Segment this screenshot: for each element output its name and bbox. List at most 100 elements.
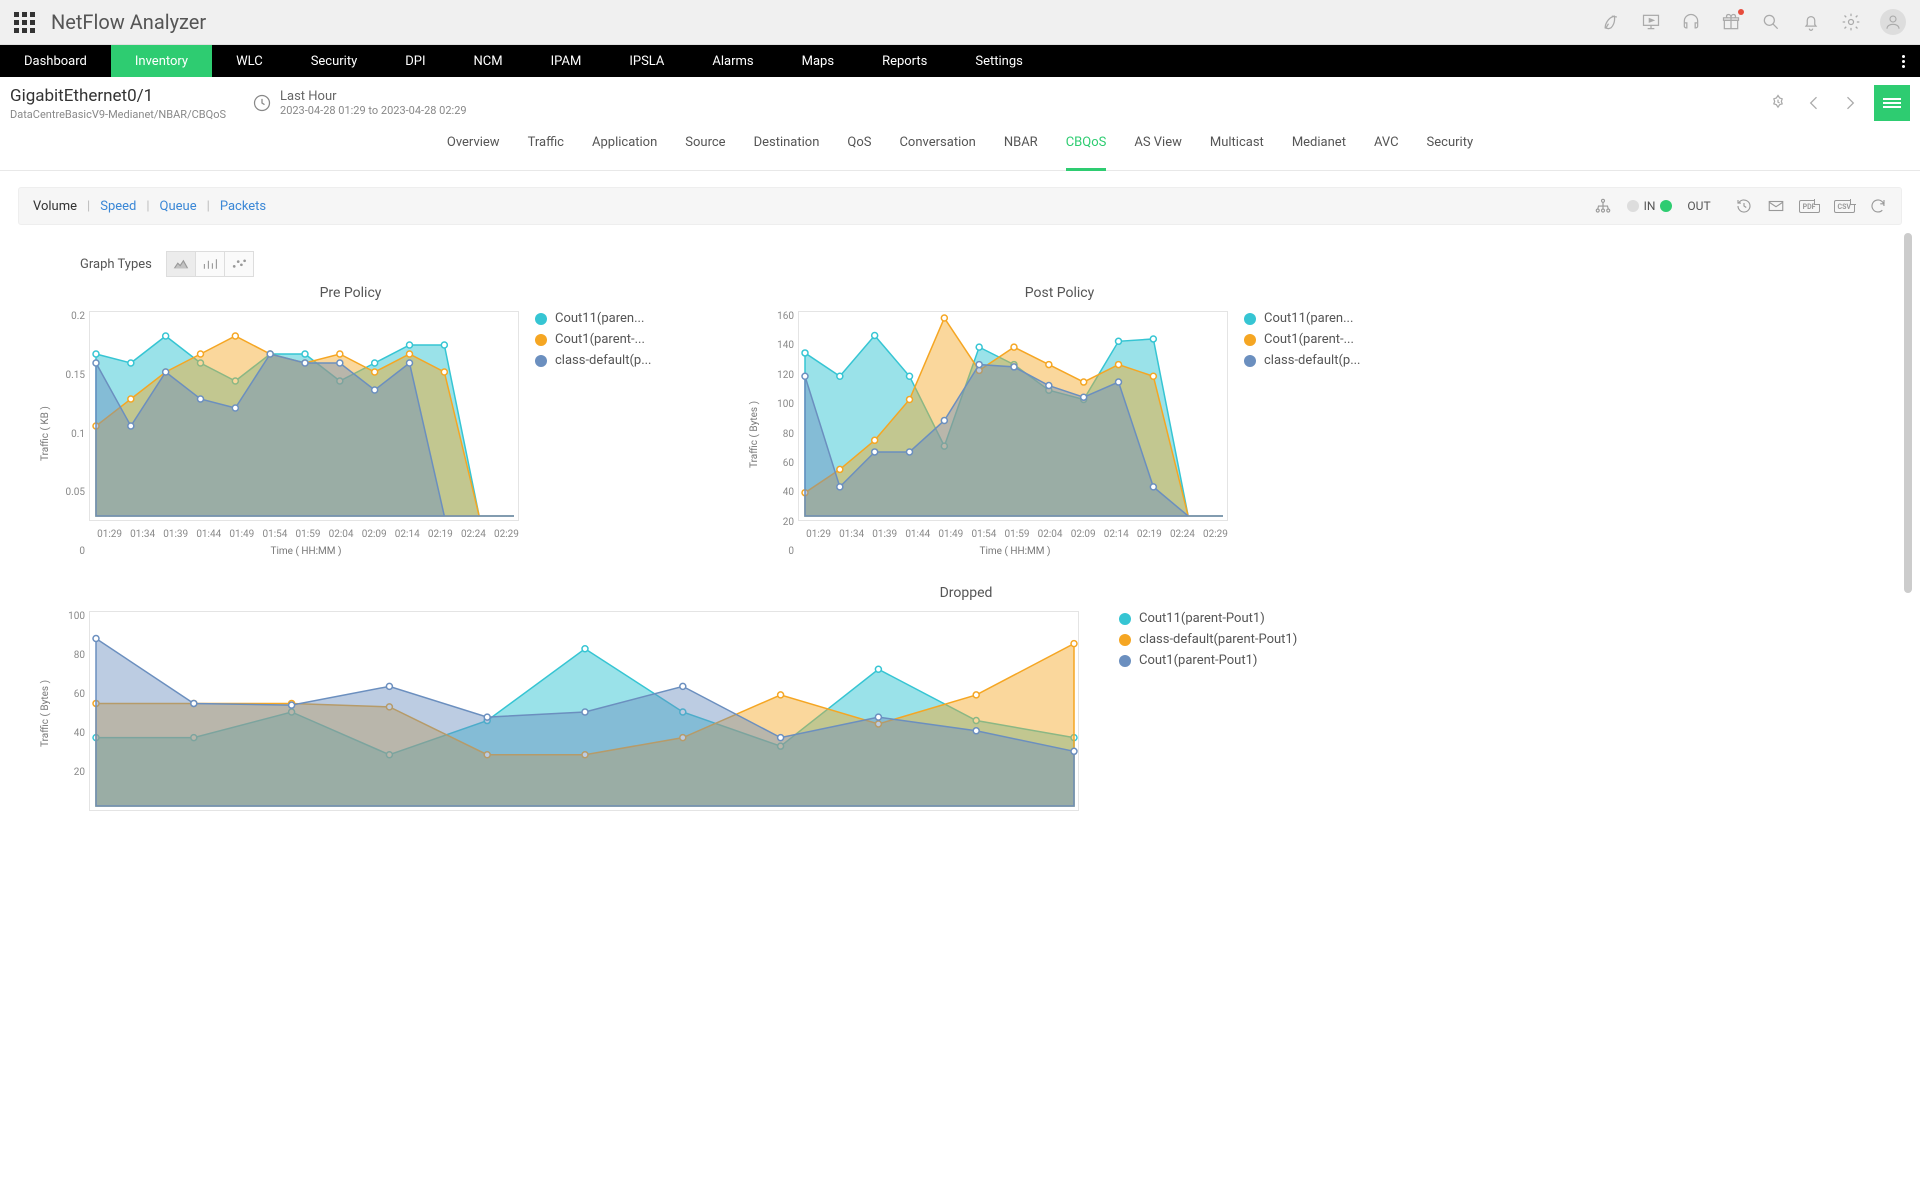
tab-overview[interactable]: Overview (447, 135, 500, 160)
csv-export-icon[interactable]: CSV (1834, 200, 1855, 213)
chart-dropped: Dropped Traffic ( Bytes ) 10080604020 Co… (36, 585, 1896, 815)
tab-conversation[interactable]: Conversation (899, 135, 975, 160)
mail-icon[interactable] (1767, 197, 1785, 215)
tab-application[interactable]: Application (592, 135, 657, 160)
avatar[interactable] (1880, 9, 1906, 35)
chart-pre-policy: Pre Policy Traffic ( KB ) 0.20.150.10.05… (36, 285, 665, 557)
topology-icon[interactable] (1594, 197, 1612, 215)
rocket-icon[interactable] (1600, 11, 1622, 33)
direction-toggle[interactable]: IN OUT (1622, 199, 1711, 213)
legend-dropped: Cout11(parent-Pout1) class-default(paren… (1119, 611, 1297, 815)
tab-qos[interactable]: QoS (847, 135, 871, 160)
in-label: IN (1644, 199, 1656, 213)
nav-security[interactable]: Security (287, 45, 382, 77)
apps-grid-icon[interactable] (14, 12, 35, 33)
legend-pre: Cout11(paren... Cout1(parent-... class-d… (535, 311, 665, 557)
headset-icon[interactable] (1680, 11, 1702, 33)
search-icon[interactable] (1760, 11, 1782, 33)
nav-dpi[interactable]: DPI (381, 45, 449, 77)
swatch-icon (1119, 613, 1131, 625)
presentation-icon[interactable] (1640, 11, 1662, 33)
legend-item[interactable]: class-default(parent-Pout1) (1119, 632, 1297, 647)
interface-title: GigabitEthernet0/1 (10, 86, 226, 106)
swatch-icon (1119, 655, 1131, 667)
filter-volume[interactable]: Volume (33, 199, 77, 214)
legend-item[interactable]: Cout11(parent-Pout1) (1119, 611, 1297, 626)
legend-item[interactable]: Cout11(paren... (535, 311, 665, 326)
chart-type-bar-icon[interactable] (195, 251, 225, 277)
legend-item[interactable]: Cout1(parent-Pout1) (1119, 653, 1297, 668)
swatch-icon (1119, 634, 1131, 646)
prev-icon[interactable] (1800, 89, 1828, 117)
yaxis-label-pre: Traffic ( KB ) (36, 311, 55, 557)
nav-more-icon[interactable] (1886, 45, 1920, 77)
graph-types-label: Graph Types (80, 257, 152, 272)
filter-queue[interactable]: Queue (160, 199, 197, 214)
nav-wlc[interactable]: WLC (212, 45, 287, 77)
tab-multicast[interactable]: Multicast (1210, 135, 1264, 160)
content-scrollbar[interactable] (1904, 233, 1912, 593)
tab-avc[interactable]: AVC (1374, 135, 1399, 160)
chart-post-policy: Post Policy Traffic ( Bytes ) 1601401201… (745, 285, 1374, 557)
tab-nbar[interactable]: NBAR (1004, 135, 1038, 160)
swatch-icon (1244, 313, 1256, 325)
gift-icon[interactable] (1720, 11, 1742, 33)
bell-icon[interactable] (1800, 11, 1822, 33)
x-ticks-pre: 01:2901:3401:3901:4401:4901:5401:5902:04… (93, 529, 523, 540)
legend-item[interactable]: class-default(p... (1244, 353, 1374, 368)
nav-inventory[interactable]: Inventory (111, 45, 212, 77)
chart-title-post: Post Policy (745, 285, 1374, 301)
plot-pre[interactable] (89, 311, 523, 525)
tab-traffic[interactable]: Traffic (528, 135, 564, 160)
refresh-icon[interactable] (1869, 197, 1887, 215)
sub-tabs: Overview Traffic Application Source Dest… (0, 125, 1920, 171)
nav-ipam[interactable]: IPAM (527, 45, 606, 77)
filter-bar: Volume | Speed | Queue | Packets IN OUT … (18, 187, 1902, 225)
chart-type-scatter-icon[interactable] (224, 251, 254, 277)
swatch-icon (1244, 355, 1256, 367)
legend-item[interactable]: Cout11(paren... (1244, 311, 1374, 326)
filter-packets[interactable]: Packets (220, 199, 266, 214)
nav-settings[interactable]: Settings (951, 45, 1046, 77)
y-ticks-post: 160140120100806040200 (764, 311, 794, 557)
tab-security[interactable]: Security (1427, 135, 1474, 160)
content: Graph Types Pre Policy Traffic ( KB ) 0.… (0, 225, 1920, 833)
context-bar: GigabitEthernet0/1 DataCentreBasicV9-Med… (0, 77, 1920, 125)
filter-speed[interactable]: Speed (100, 199, 136, 214)
next-icon[interactable] (1836, 89, 1864, 117)
time-range-block[interactable]: Last Hour 2023-04-28 01:29 to 2023-04-28… (252, 89, 467, 117)
gear-icon[interactable] (1840, 11, 1862, 33)
app-title: NetFlow Analyzer (51, 10, 206, 34)
tab-destination[interactable]: Destination (754, 135, 820, 160)
plot-post[interactable] (798, 311, 1232, 525)
nav-maps[interactable]: Maps (778, 45, 858, 77)
interface-path: DataCentreBasicV9-Medianet/NBAR/CBQoS (10, 108, 226, 121)
top-header: NetFlow Analyzer (0, 0, 1920, 45)
legend-item[interactable]: Cout1(parent-... (535, 332, 665, 347)
alert-settings-icon[interactable] (1764, 89, 1792, 117)
time-period-label: Last Hour (280, 89, 467, 104)
nav-reports[interactable]: Reports (858, 45, 951, 77)
history-icon[interactable] (1735, 197, 1753, 215)
legend-item[interactable]: class-default(p... (535, 353, 665, 368)
nav-dashboard[interactable]: Dashboard (0, 45, 111, 77)
plot-dropped[interactable] (89, 611, 1079, 815)
nav-ipsla[interactable]: IPSLA (605, 45, 688, 77)
side-menu-button[interactable] (1874, 85, 1910, 121)
x-ticks-post: 01:2901:3401:3901:4401:4901:5401:5902:04… (802, 529, 1232, 540)
nav-alarms[interactable]: Alarms (688, 45, 777, 77)
tab-cbqos[interactable]: CBQoS (1066, 135, 1107, 171)
nav-ncm[interactable]: NCM (450, 45, 527, 77)
pdf-export-icon[interactable]: PDF (1799, 200, 1820, 213)
tab-asview[interactable]: AS View (1134, 135, 1182, 160)
legend-post: Cout11(paren... Cout1(parent-... class-d… (1244, 311, 1374, 557)
tab-source[interactable]: Source (685, 135, 725, 160)
swatch-icon (535, 355, 547, 367)
chart-type-area-icon[interactable] (166, 251, 196, 277)
legend-item[interactable]: Cout1(parent-... (1244, 332, 1374, 347)
chart-title-dropped: Dropped (36, 585, 1896, 601)
tab-medianet[interactable]: Medianet (1292, 135, 1346, 160)
chart-title-pre: Pre Policy (36, 285, 665, 301)
in-dot-right (1660, 200, 1672, 212)
yaxis-label-dropped: Traffic ( Bytes ) (36, 611, 55, 815)
